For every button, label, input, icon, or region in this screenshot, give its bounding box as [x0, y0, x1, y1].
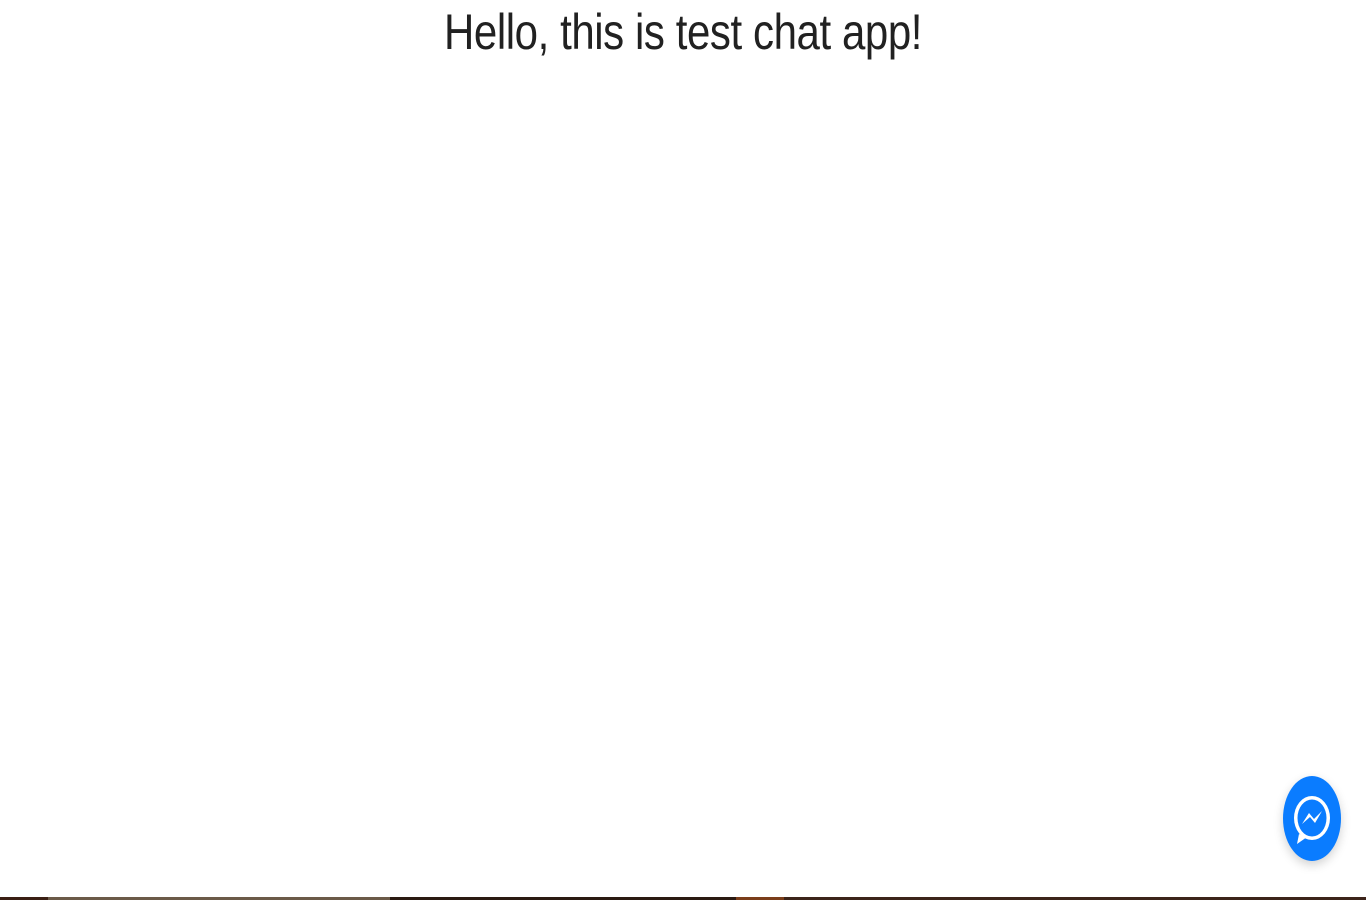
page-title: Hello, this is test chat app!	[443, 4, 923, 60]
chat-app-page: Hello, this is test chat app!	[0, 0, 1366, 900]
messenger-chat-button[interactable]	[1283, 776, 1341, 861]
messenger-icon	[1294, 795, 1330, 844]
